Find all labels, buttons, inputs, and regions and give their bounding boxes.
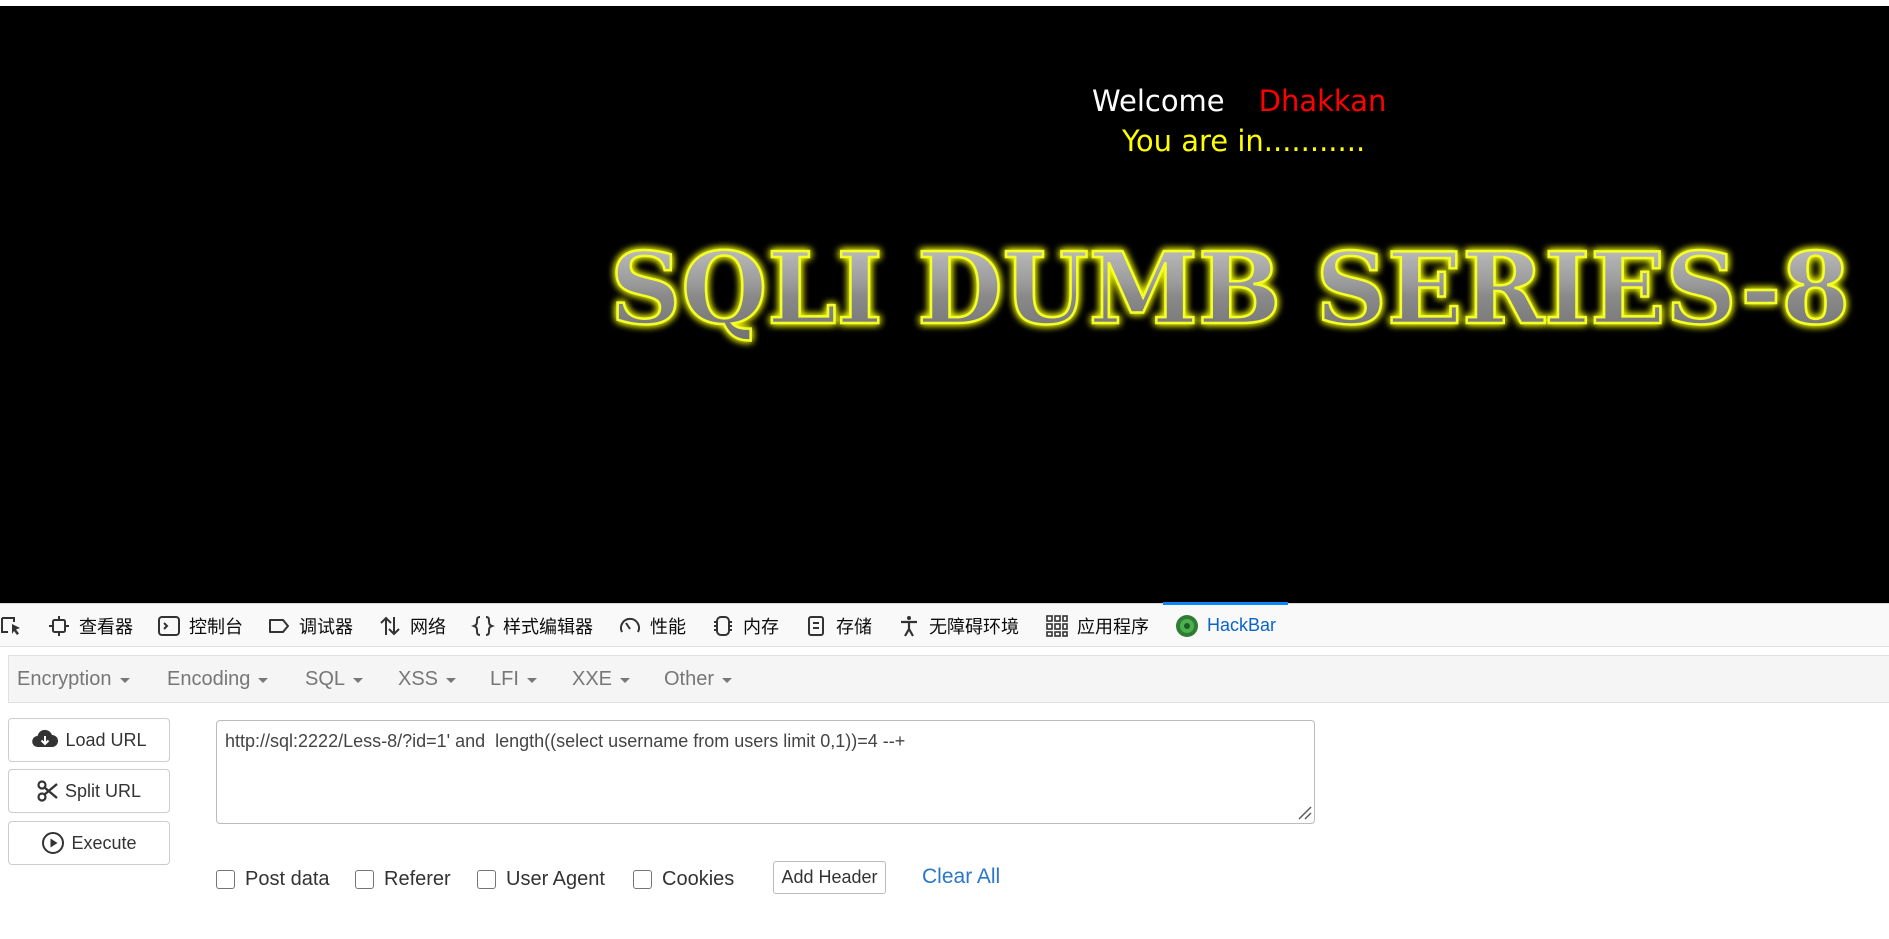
menu-label: Other (664, 667, 715, 690)
welcome-message: Welcome Dhakkan (1092, 84, 1386, 118)
tab-label: 存储 (836, 616, 872, 637)
style-editor-icon (471, 615, 495, 636)
inspector-icon (49, 615, 69, 636)
execute-button[interactable]: Execute (8, 821, 170, 865)
devtools-toolbar: 查看器 控制台 调试器 网络 样式编辑器 性能 内存 存储 无障碍环境 应用程序… (0, 602, 1889, 647)
menu-sql[interactable]: SQL (305, 656, 364, 702)
tab-label: 调试器 (299, 616, 353, 637)
tab-hackbar[interactable]: HackBar (1162, 602, 1289, 647)
tab-label: HackBar (1207, 615, 1277, 635)
tab-label: 内存 (743, 616, 779, 637)
tab-label: 控制台 (189, 616, 243, 637)
caret-down-icon (722, 678, 733, 683)
scissors-icon (37, 780, 58, 802)
welcome-label: Welcome (1092, 84, 1225, 118)
tab-storage[interactable]: 存储 (804, 604, 872, 647)
tab-performance[interactable]: 性能 (618, 604, 686, 647)
caret-down-icon (620, 678, 631, 683)
cookies-checkbox[interactable]: Cookies (633, 868, 734, 891)
add-header-button[interactable]: Add Header (773, 861, 886, 894)
tab-debugger[interactable]: 调试器 (267, 604, 353, 647)
menu-xss[interactable]: XSS (398, 656, 457, 702)
accessibility-icon (901, 615, 917, 637)
checkbox-label: Referer (384, 868, 451, 890)
network-icon (380, 616, 400, 635)
tab-label: 无障碍环境 (929, 616, 1019, 637)
performance-icon (620, 617, 640, 632)
tab-console[interactable]: 控制台 (157, 604, 243, 647)
welcome-username: Dhakkan (1258, 84, 1387, 118)
menu-label: XSS (398, 667, 439, 690)
cloud-download-icon (32, 729, 59, 748)
tab-accessibility[interactable]: 无障碍环境 (897, 604, 1019, 647)
tab-label: 网络 (410, 616, 446, 637)
element-picker-button[interactable] (0, 604, 32, 647)
split-url-button[interactable]: Split URL (8, 769, 170, 813)
play-circle-icon (42, 832, 65, 854)
menu-other[interactable]: Other (664, 656, 733, 702)
banner-title-text: SQLI DUMB SERIES-8 (610, 232, 1850, 347)
menu-xxe[interactable]: XXE (572, 656, 631, 702)
referer-checkbox[interactable]: Referer (355, 868, 451, 891)
checkbox-label: Cookies (662, 868, 735, 890)
user-agent-checkbox[interactable]: User Agent (477, 868, 605, 891)
tab-application[interactable]: 应用程序 (1045, 604, 1149, 647)
menu-label: SQL (305, 667, 346, 690)
button-label: Split URL (64, 780, 142, 801)
load-url-button[interactable]: Load URL (8, 718, 170, 762)
tab-memory[interactable]: 内存 (711, 604, 779, 647)
banner-title-image: SQLI DUMB SERIES-8 (609, 231, 1852, 348)
checkbox-label: User Agent (506, 868, 605, 890)
login-status-text: You are in........... (1122, 124, 1366, 158)
resize-handle-icon[interactable] (1294, 802, 1312, 820)
checkbox-box[interactable] (633, 870, 652, 889)
tab-inspector[interactable]: 查看器 (47, 604, 133, 647)
menu-lfi[interactable]: LFI (490, 656, 537, 702)
hackbar-icon (1176, 614, 1198, 637)
caret-down-icon (258, 678, 269, 683)
menu-encoding[interactable]: Encoding (167, 656, 269, 702)
element-picker-icon (1, 616, 20, 635)
storage-icon (808, 615, 824, 636)
page-viewport: Welcome Dhakkan You are in........... SQL… (0, 6, 1889, 603)
button-label: Execute (71, 832, 137, 853)
checkbox-box[interactable] (216, 870, 235, 889)
console-icon (158, 615, 180, 636)
tab-label: 样式编辑器 (503, 616, 593, 637)
caret-down-icon (526, 678, 537, 683)
post-data-checkbox[interactable]: Post data (216, 868, 330, 891)
tab-style-editor[interactable]: 样式编辑器 (471, 604, 593, 647)
menu-encryption[interactable]: Encryption (17, 656, 130, 702)
button-label: Load URL (65, 729, 147, 750)
menu-label: Encryption (17, 667, 112, 690)
tab-label: 应用程序 (1077, 616, 1149, 637)
caret-down-icon (119, 678, 130, 683)
tab-network[interactable]: 网络 (378, 604, 446, 647)
menu-label: LFI (490, 667, 519, 690)
caret-down-icon (353, 678, 364, 683)
memory-icon (714, 615, 732, 636)
hackbar-menu-bar: Encryption Encoding SQL XSS LFI XXE Othe… (8, 655, 1889, 703)
caret-down-icon (446, 678, 457, 683)
checkbox-box[interactable] (477, 870, 496, 889)
checkbox-box[interactable] (355, 870, 374, 889)
menu-label: XXE (572, 667, 613, 690)
tab-label: 性能 (650, 616, 686, 637)
url-input[interactable] (216, 720, 1315, 824)
clear-all-link[interactable]: Clear All (922, 865, 1000, 889)
debugger-icon (269, 618, 289, 633)
checkbox-label: Post data (245, 868, 330, 890)
menu-label: Encoding (167, 667, 251, 690)
tab-label: 查看器 (79, 616, 133, 637)
application-icon (1046, 614, 1068, 637)
